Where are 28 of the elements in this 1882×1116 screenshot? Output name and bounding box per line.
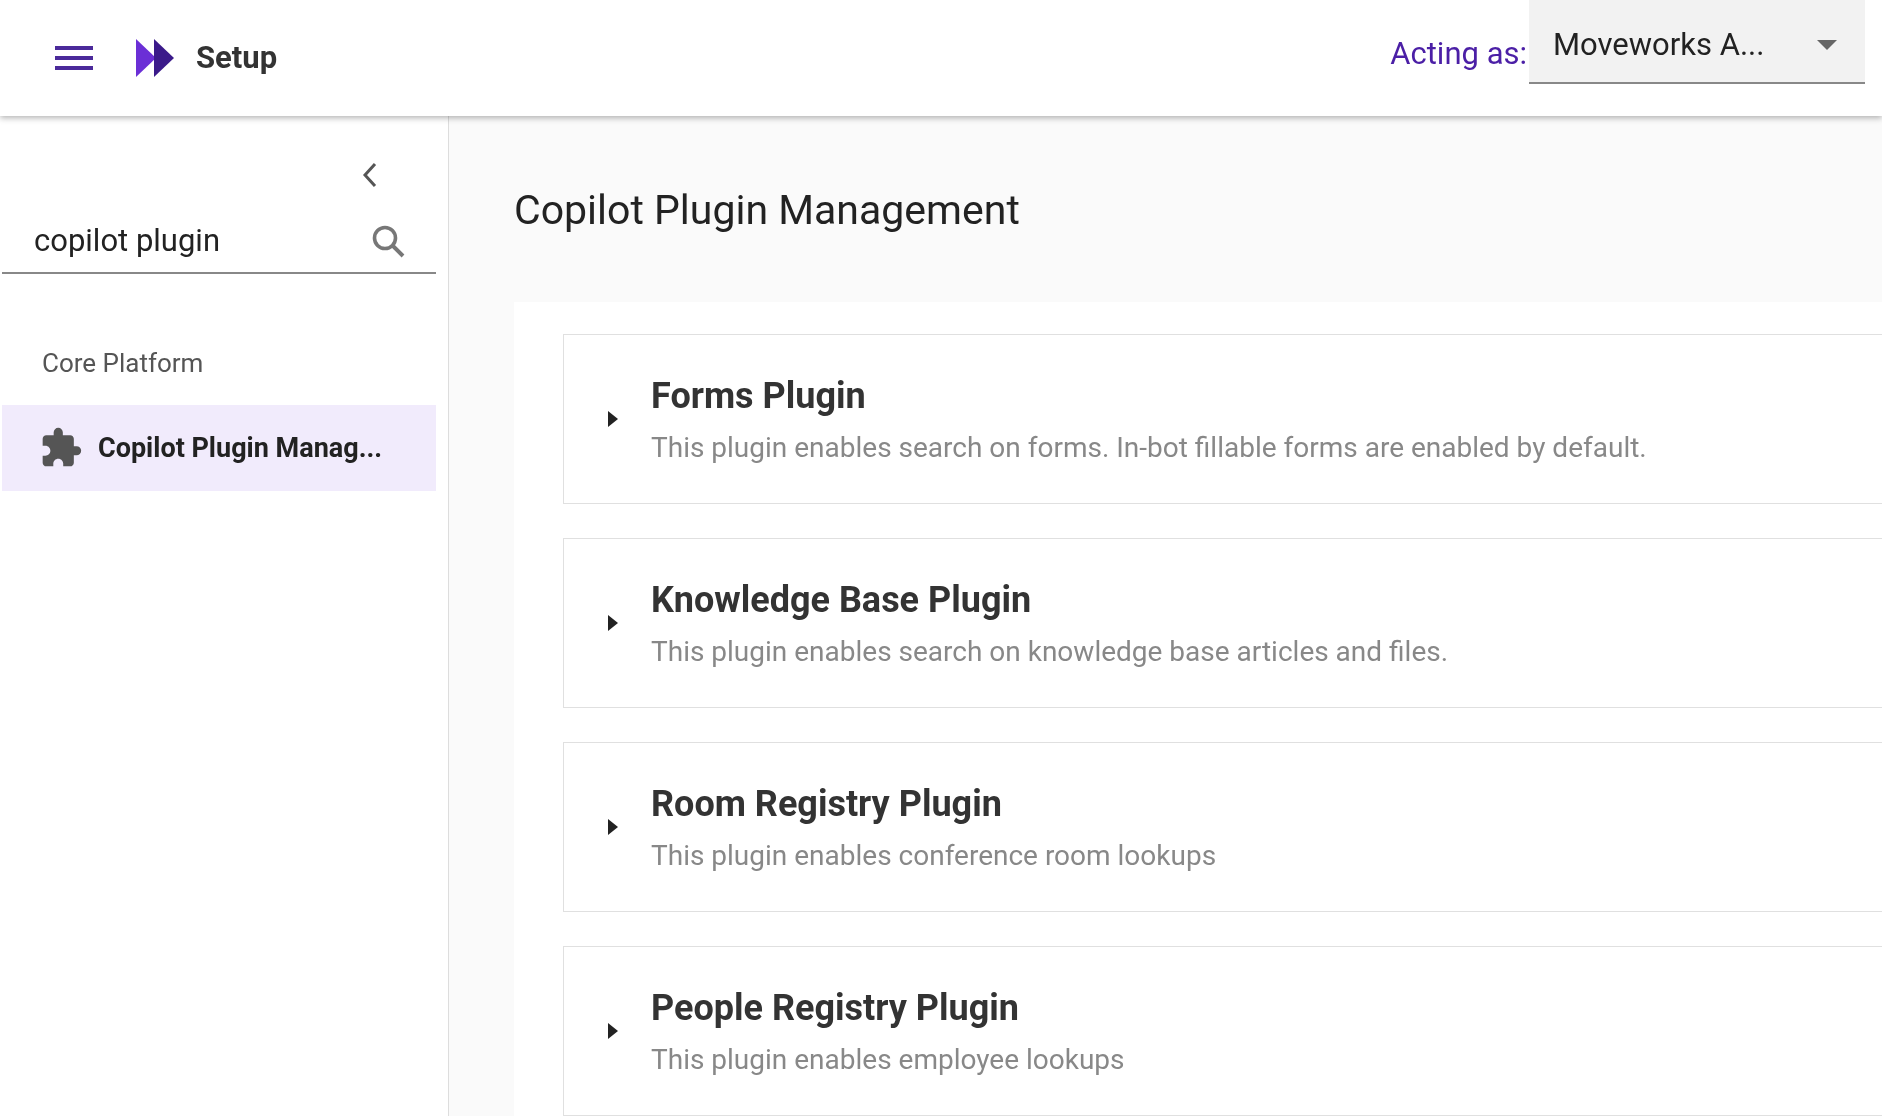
plugin-card[interactable]: Forms Plugin This plugin enables search on forms. In-bot fillable forms are enabled by default.	[563, 333, 1882, 504]
plugin-description: This plugin enables search on forms. In-bot fillable forms are enabled by default.	[651, 429, 1647, 466]
plugin-description: This plugin enables employee lookups	[651, 1041, 1125, 1078]
expand-icon[interactable]	[608, 410, 618, 427]
plugin-description: This plugin enables search on knowledge base articles and files.	[651, 633, 1449, 670]
plugin-title: Forms Plugin	[651, 373, 867, 419]
collapse-icon[interactable]	[362, 162, 378, 188]
expand-icon[interactable]	[608, 818, 618, 835]
plugin-card[interactable]: People Registry Plugin This plugin enables employee lookups	[563, 945, 1882, 1116]
acting-as-label: Acting as:	[1390, 33, 1527, 74]
plugin-title: People Registry Plugin	[651, 985, 1020, 1031]
search-icon	[370, 223, 406, 259]
menu-icon[interactable]	[55, 43, 93, 73]
expand-icon[interactable]	[608, 614, 618, 631]
page-title: Copilot Plugin Management	[514, 185, 1021, 236]
plugin-title: Room Registry Plugin	[651, 781, 1003, 827]
plugin-card[interactable]: Knowledge Base Plugin This plugin enables search on knowledge base articles and files.	[563, 537, 1882, 708]
section-label: Core Platform	[42, 347, 205, 380]
search-field[interactable]: copilot plugin	[34, 217, 370, 265]
logo-icon	[136, 39, 176, 77]
sidebar-item[interactable]: Copilot Plugin Manag...	[2, 405, 436, 491]
plugin-title: Knowledge Base Plugin	[651, 577, 1033, 623]
caret-icon	[1817, 40, 1837, 50]
acting-as-dropdown[interactable]: Moveworks A...	[1529, 0, 1865, 84]
expand-icon[interactable]	[608, 1022, 618, 1039]
plugin-card[interactable]: Room Registry Plugin This plugin enables conference room lookups	[563, 741, 1882, 912]
app-title: Setup	[196, 37, 278, 78]
plugin-description: This plugin enables conference room lookups	[651, 837, 1217, 874]
